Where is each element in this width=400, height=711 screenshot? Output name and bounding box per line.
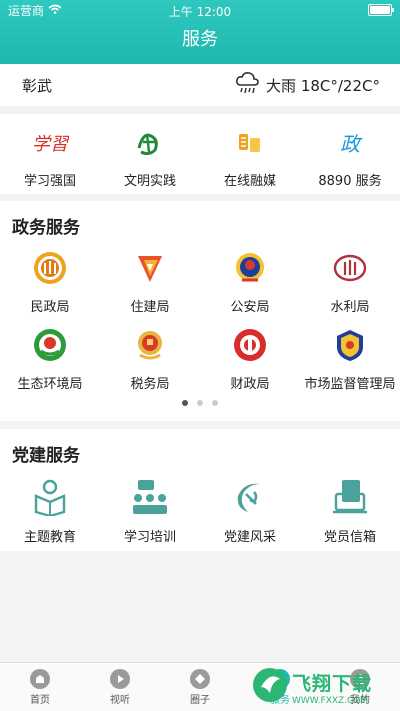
shuili-icon	[332, 250, 368, 290]
zhujian-icon	[132, 250, 168, 290]
quick-apps: 学習 学习强国 文明实践 在线融媒 政 8890 服务	[0, 114, 400, 194]
status-bar: 运营商 上午 12:00	[0, 0, 400, 20]
weather-bar: 彰武 大雨 18C°/22C°	[0, 64, 400, 106]
weather-desc: 大雨 18C°/22C°	[266, 76, 380, 95]
status-time: 上午 12:00	[168, 5, 232, 19]
section-title: 党建服务	[12, 446, 80, 466]
mailbox-icon	[330, 478, 370, 520]
page-dot[interactable]	[212, 400, 218, 406]
xuexi-icon: 学習	[31, 126, 70, 164]
svg-text:学習: 学習	[32, 134, 69, 155]
tab-media[interactable]: 视听	[80, 663, 160, 711]
party-item-xinxiang[interactable]: 党员信箱	[300, 478, 400, 545]
home-icon	[30, 669, 50, 689]
page-title: 服务	[182, 29, 218, 50]
training-icon	[130, 478, 170, 520]
page-indicator[interactable]	[0, 400, 400, 406]
gov-label: 生态环境局	[17, 377, 83, 392]
rongmei-icon	[231, 126, 269, 164]
gov-item-caizheng[interactable]: 财政局	[200, 327, 300, 392]
battery-icon	[368, 4, 394, 16]
minzheng-icon	[32, 250, 68, 290]
reading-person-icon	[30, 478, 70, 520]
gov-item-shichang[interactable]: 市场监督管理局	[300, 327, 400, 392]
section-title: 政务服务	[12, 218, 80, 238]
gov-label: 税务局	[130, 377, 170, 392]
watermark-logo-icon	[252, 667, 288, 707]
tab-circle[interactable]: 圈子	[160, 663, 240, 711]
gov-item-zhujian[interactable]: 住建局	[100, 250, 200, 315]
gov-label: 公安局	[230, 300, 270, 315]
party-emblem-icon	[230, 478, 270, 520]
party-label: 党员信箱	[323, 530, 376, 545]
app-8890[interactable]: 政 8890 服务	[300, 126, 400, 189]
app-header: 运营商 上午 12:00 服务	[0, 0, 400, 64]
party-item-peixun[interactable]: 学习培训	[100, 478, 200, 545]
zheng-icon: 政	[331, 126, 369, 164]
party-label: 党建风采	[223, 530, 276, 545]
tab-label: 首页	[30, 695, 50, 706]
party-item-zhuti[interactable]: 主题教育	[0, 478, 100, 545]
app-xuexi[interactable]: 学習 学习强国	[0, 126, 100, 189]
police-badge-icon	[232, 250, 268, 290]
gov-item-gongan[interactable]: 公安局	[200, 250, 300, 315]
party-label: 主题教育	[23, 530, 76, 545]
party-item-fengcai[interactable]: 党建风采	[200, 478, 300, 545]
tab-label: 视听	[110, 695, 130, 706]
page-dot[interactable]	[197, 400, 203, 406]
watermark-text: 飞翔下载	[292, 672, 373, 695]
app-label: 8890 服务	[318, 174, 382, 189]
play-icon	[110, 669, 130, 689]
page-dot-active[interactable]	[182, 400, 188, 406]
gov-item-shuiwu[interactable]: 税务局	[100, 327, 200, 392]
app-label: 文明实践	[123, 174, 176, 189]
party-services-section: 党建服务 主题教育 学习培训 党建风采 党员信箱	[0, 429, 400, 551]
gov-label: 民政局	[30, 300, 70, 315]
wenming-icon	[131, 126, 169, 164]
finance-icon	[232, 327, 268, 367]
market-supervision-icon	[332, 327, 368, 367]
circle-icon	[190, 669, 210, 689]
app-label: 学习强国	[23, 174, 76, 189]
watermark: 飞翔下载 WWW.FXXZ.COM	[252, 667, 394, 707]
svg-text:政: 政	[340, 132, 363, 156]
party-label: 学习培训	[123, 530, 176, 545]
tax-emblem-icon	[132, 327, 168, 367]
tab-home[interactable]: 首页	[0, 663, 80, 711]
app-rongmei[interactable]: 在线融媒	[200, 126, 300, 189]
gov-item-shuili[interactable]: 水利局	[300, 250, 400, 315]
gov-services-section: 政务服务 民政局 住建局 公安局 水利局 生态环境局 税务局 财政局 市场监督管…	[0, 201, 400, 421]
ecology-icon	[32, 327, 68, 367]
gov-label: 财政局	[230, 377, 270, 392]
gov-item-minzheng[interactable]: 民政局	[0, 250, 100, 315]
watermark-url: WWW.FXXZ.COM	[292, 695, 369, 706]
gov-label: 水利局	[330, 300, 370, 315]
gov-label: 住建局	[130, 300, 170, 315]
gov-label: 市场监督管理局	[304, 377, 396, 392]
location-label[interactable]: 彰武	[22, 75, 52, 96]
app-label: 在线融媒	[223, 174, 276, 189]
app-wenming[interactable]: 文明实践	[100, 126, 200, 189]
tab-label: 圈子	[190, 695, 210, 706]
rain-cloud-icon	[234, 71, 260, 99]
gov-item-shengtai[interactable]: 生态环境局	[0, 327, 100, 392]
